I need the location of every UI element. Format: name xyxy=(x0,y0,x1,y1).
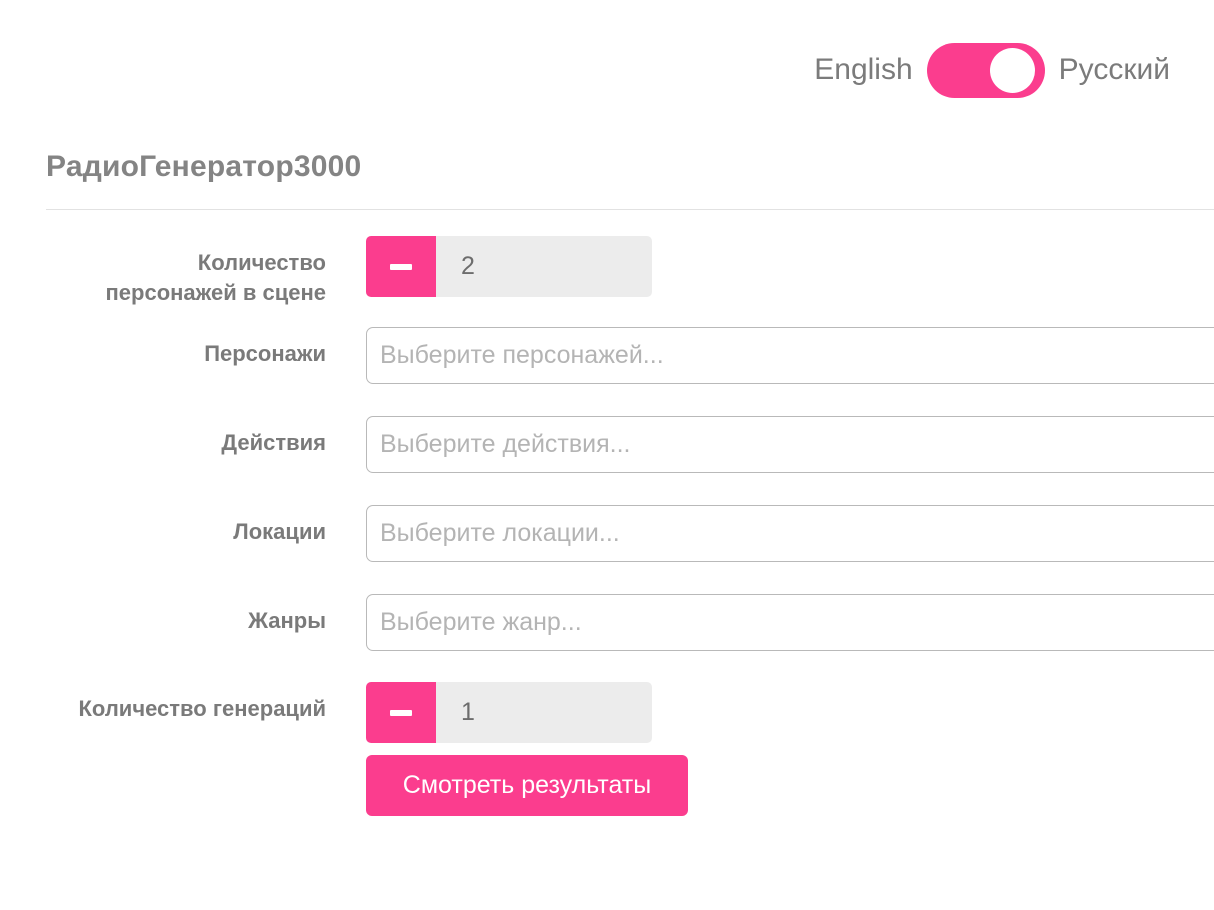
minus-icon xyxy=(390,710,412,716)
title-divider xyxy=(46,209,1214,210)
row-actions: Действия xyxy=(0,416,1214,473)
language-label-english[interactable]: English xyxy=(814,55,912,85)
control-generations-count xyxy=(326,682,1214,743)
language-switcher[interactable]: English Русский xyxy=(814,42,1170,98)
control-locations xyxy=(326,505,1214,562)
genres-select-input[interactable] xyxy=(366,594,1214,651)
generations-count-decrement-button[interactable] xyxy=(366,682,436,743)
show-results-button[interactable]: Смотреть результаты xyxy=(366,755,688,816)
control-submit: Смотреть результаты xyxy=(326,755,1214,816)
toggle-knob xyxy=(990,48,1035,93)
page-title: РадиоГенератор3000 xyxy=(46,150,361,184)
language-label-russian[interactable]: Русский xyxy=(1059,55,1170,85)
row-characters-count: Количество персонажей в сцене xyxy=(0,236,1214,307)
actions-select-input[interactable] xyxy=(366,416,1214,473)
label-locations: Локации xyxy=(0,505,326,547)
characters-select-input[interactable] xyxy=(366,327,1214,384)
control-actions xyxy=(326,416,1214,473)
control-genres xyxy=(326,594,1214,651)
label-actions: Действия xyxy=(0,416,326,458)
label-submit-spacer xyxy=(0,755,326,767)
characters-count-stepper[interactable] xyxy=(366,236,652,297)
language-toggle[interactable] xyxy=(927,43,1045,98)
control-characters xyxy=(326,327,1214,384)
minus-icon xyxy=(390,264,412,270)
generations-count-stepper[interactable] xyxy=(366,682,652,743)
label-characters: Персонажи xyxy=(0,327,326,369)
row-genres: Жанры xyxy=(0,594,1214,651)
characters-count-decrement-button[interactable] xyxy=(366,236,436,297)
characters-count-value[interactable] xyxy=(436,236,652,297)
label-genres: Жанры xyxy=(0,594,326,636)
control-characters-count xyxy=(326,236,1214,297)
locations-select-input[interactable] xyxy=(366,505,1214,562)
row-characters: Персонажи xyxy=(0,327,1214,384)
row-generations-count: Количество генераций xyxy=(0,682,1214,743)
label-generations-count: Количество генераций xyxy=(0,682,326,724)
generator-form: Количество персонажей в сцене Персонажи … xyxy=(0,236,1214,816)
generations-count-value[interactable] xyxy=(436,682,652,743)
row-submit: Смотреть результаты xyxy=(0,755,1214,816)
row-locations: Локации xyxy=(0,505,1214,562)
label-characters-count: Количество персонажей в сцене xyxy=(0,236,326,307)
